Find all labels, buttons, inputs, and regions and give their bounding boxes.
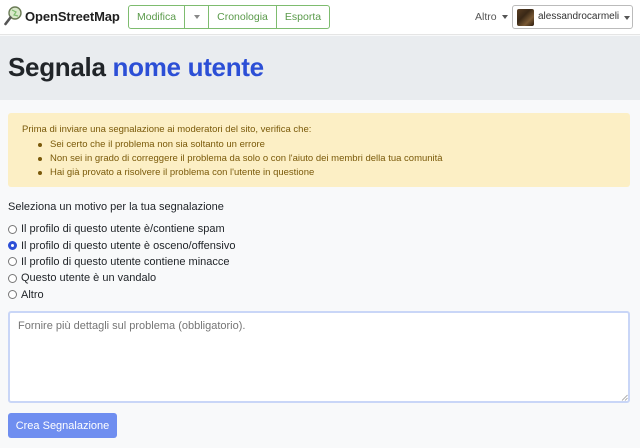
resize-grip-icon[interactable] xyxy=(621,394,628,401)
reason-option[interactable]: Il profilo di questo utente è osceno/off… xyxy=(8,237,235,253)
warning-item: Non sei in grado di correggere il proble… xyxy=(38,152,443,166)
reason-option-label: Il profilo di questo utente è osceno/off… xyxy=(21,239,236,252)
osm-logo-icon[interactable] xyxy=(4,6,22,26)
edit-button[interactable]: Modifica xyxy=(129,6,186,28)
reason-option-label: Questo utente è un vandalo xyxy=(21,272,157,285)
edit-dropdown-button[interactable] xyxy=(185,6,210,28)
reason-option-label: Il profilo di questo utente è/contiene s… xyxy=(21,223,225,236)
reason-options: Il profilo di questo utente è/contiene s… xyxy=(8,221,235,303)
reason-option[interactable]: Altro xyxy=(8,287,235,303)
page-title-prefix: Segnala xyxy=(8,52,106,82)
edit-button-group: Modifica Cronologia Esporta xyxy=(128,5,331,29)
radio-button[interactable] xyxy=(8,224,17,234)
details-textarea[interactable] xyxy=(8,311,630,403)
history-button[interactable]: Cronologia xyxy=(209,6,277,28)
reason-option[interactable]: Il profilo di questo utente contiene min… xyxy=(8,254,235,270)
radio-button[interactable] xyxy=(8,257,17,267)
warning-intro: Prima di inviare una segnalazione ai mod… xyxy=(22,124,312,135)
user-menu-button[interactable]: alessandrocarmeli xyxy=(512,5,633,29)
chevron-down-icon xyxy=(194,15,201,19)
chevron-down-icon xyxy=(501,15,508,19)
warning-item: Hai già provato a risolvere il problema … xyxy=(38,166,443,180)
warning-item: Sei certo che il problema non sia soltan… xyxy=(38,138,443,152)
warning-list: Sei certo che il problema non sia soltan… xyxy=(38,138,443,180)
top-navbar: OpenStreetMap Modifica Cronologia Esport… xyxy=(0,0,640,35)
reason-option-label: Il profilo di questo utente contiene min… xyxy=(21,255,230,268)
radio-button[interactable] xyxy=(8,290,17,300)
reason-option[interactable]: Il profilo di questo utente è/contiene s… xyxy=(8,221,235,237)
radio-button[interactable] xyxy=(8,241,17,251)
page-title: Segnala nome utente xyxy=(8,52,264,83)
page-title-subject[interactable]: nome utente xyxy=(113,52,265,82)
more-menu[interactable]: Altro xyxy=(475,11,508,23)
export-button[interactable]: Esporta xyxy=(277,6,329,28)
chevron-down-icon xyxy=(624,16,630,20)
more-menu-label: Altro xyxy=(475,11,497,23)
brand-name[interactable]: OpenStreetMap xyxy=(25,9,120,24)
reason-prompt: Seleziona un motivo per la tua segnalazi… xyxy=(8,201,224,213)
radio-button[interactable] xyxy=(8,273,17,283)
reason-option-label: Altro xyxy=(21,288,44,301)
avatar xyxy=(517,9,534,26)
username: alessandrocarmeli xyxy=(538,11,620,22)
warning-box: Prima di inviare una segnalazione ai mod… xyxy=(8,113,630,187)
create-report-button[interactable]: Crea Segnalazione xyxy=(8,413,117,438)
title-band: Segnala nome utente xyxy=(0,36,640,100)
reason-option[interactable]: Questo utente è un vandalo xyxy=(8,270,235,286)
